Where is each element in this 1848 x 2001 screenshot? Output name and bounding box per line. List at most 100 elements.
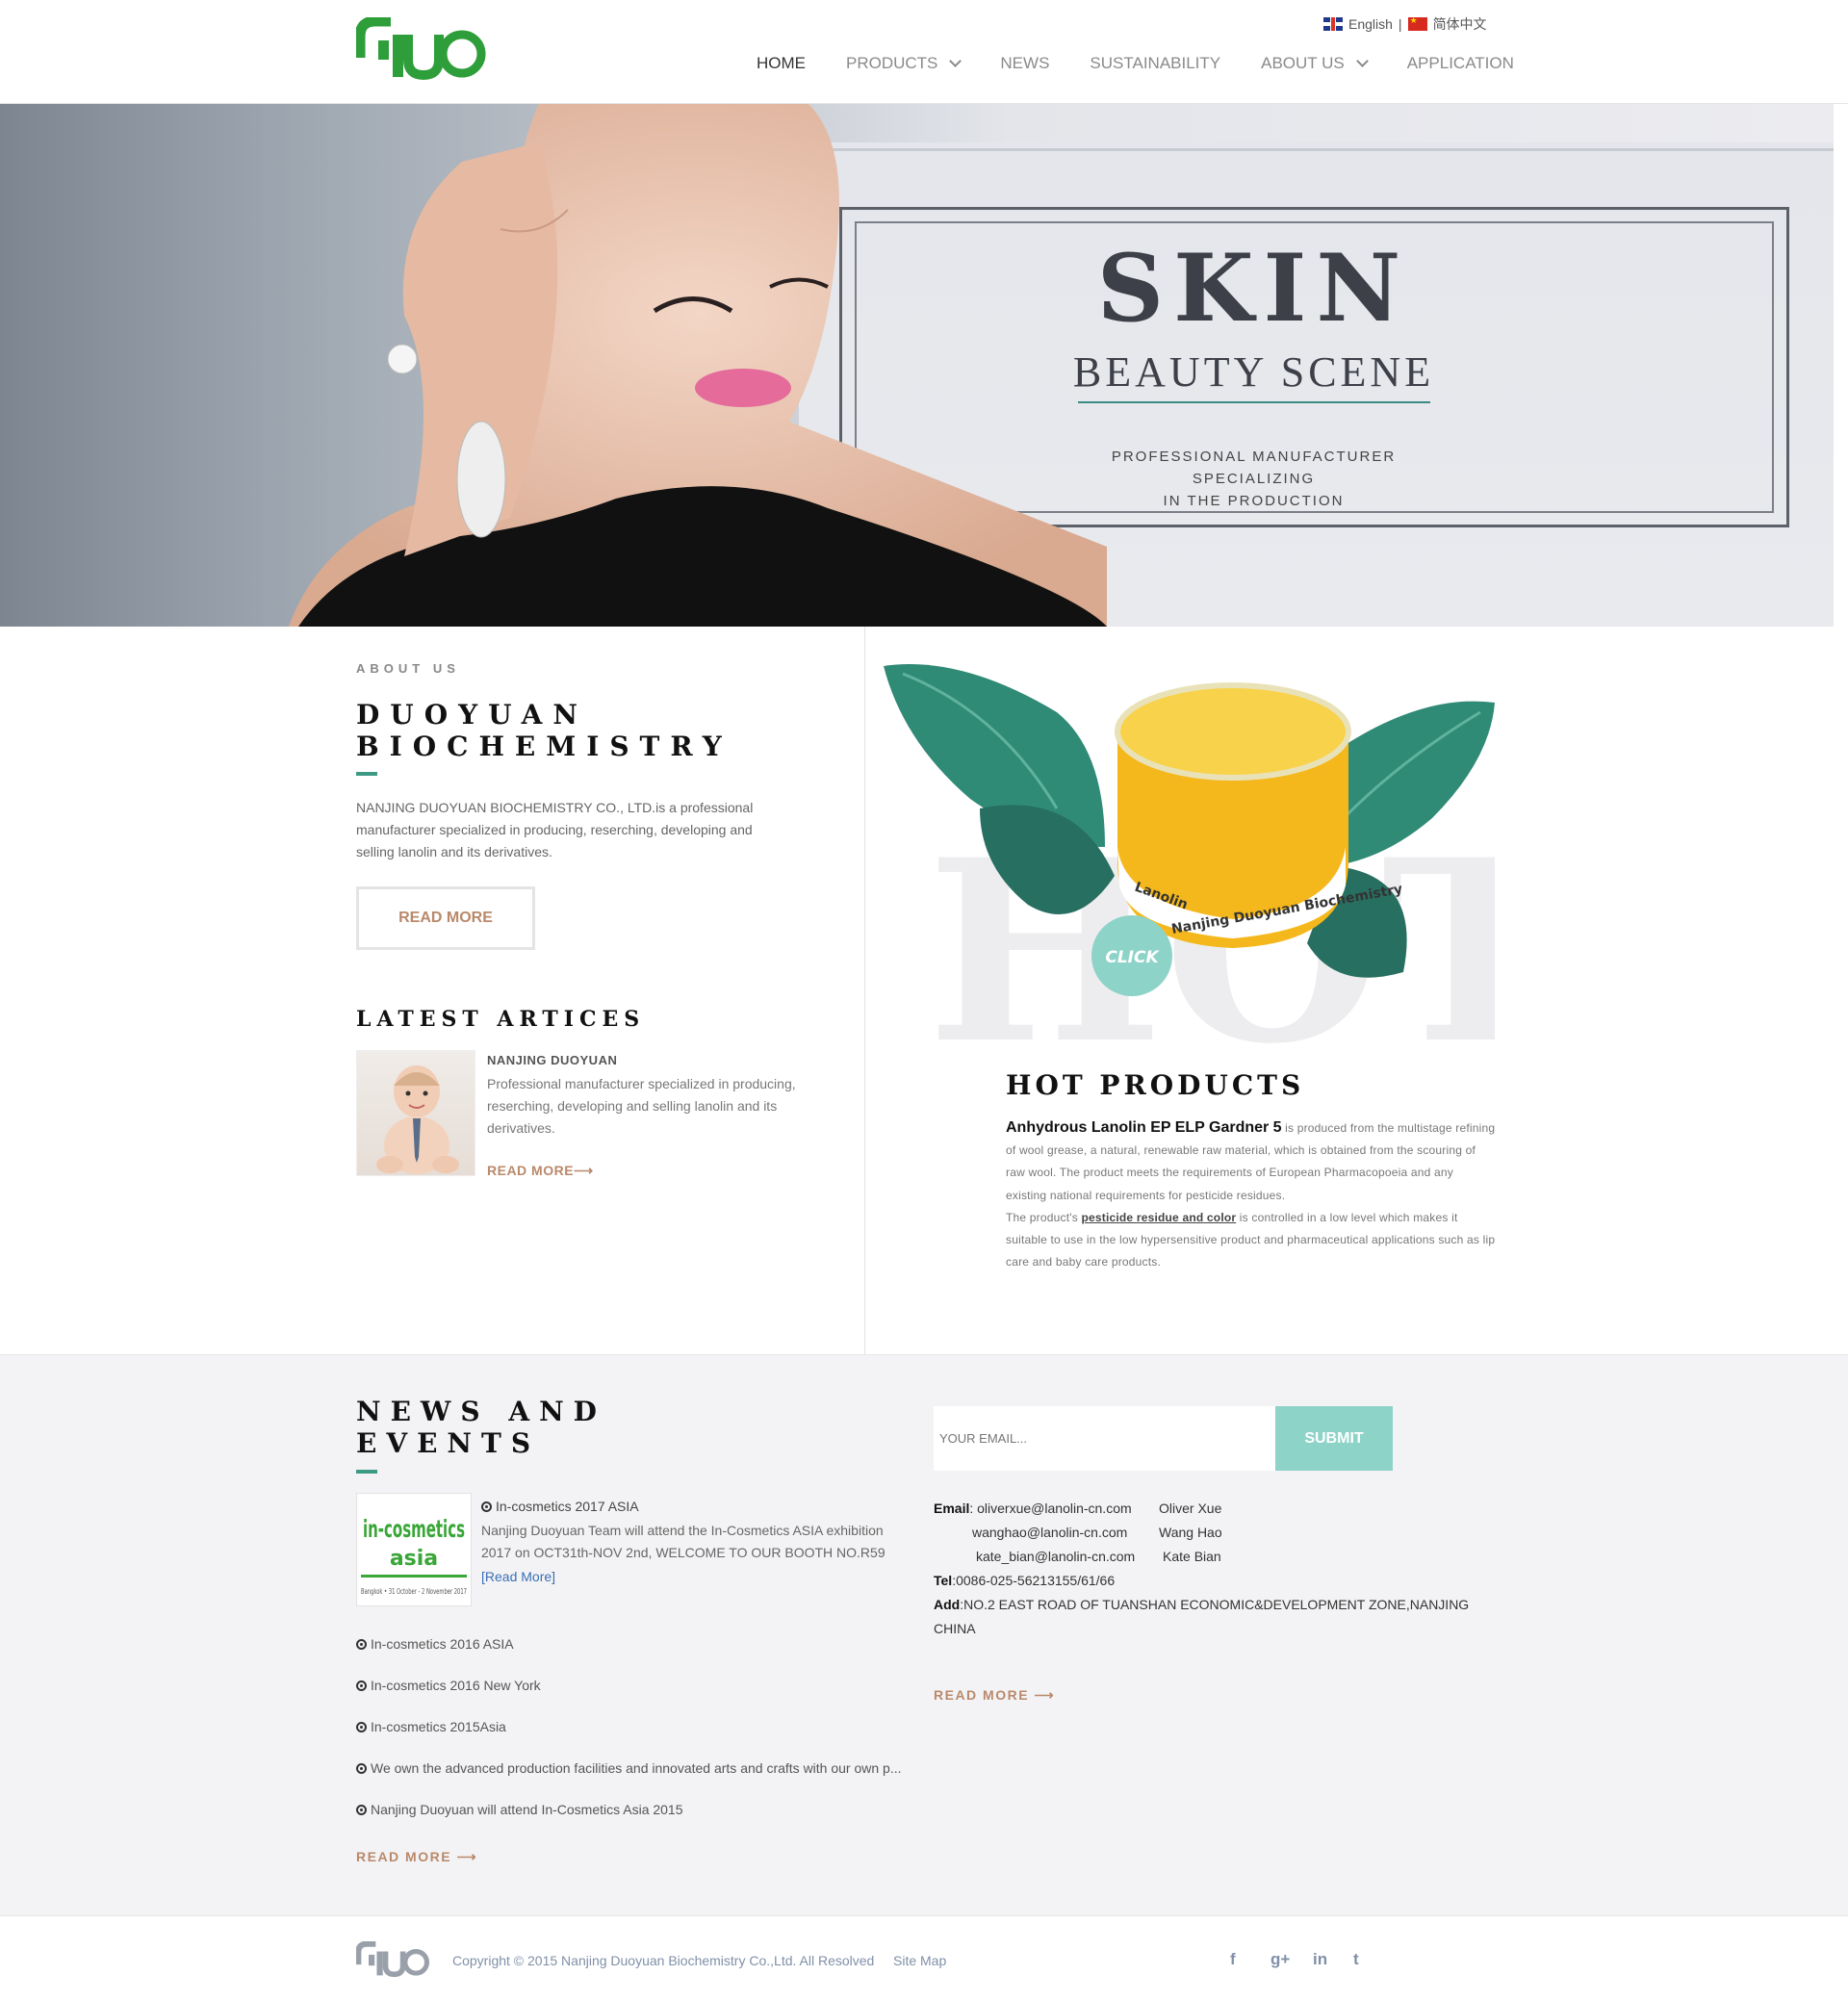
- news-item[interactable]: We own the advanced production facilitie…: [356, 1760, 902, 1776]
- news-item[interactable]: In-cosmetics 2016 New York: [356, 1678, 541, 1693]
- address-label: Add: [934, 1597, 961, 1612]
- google-plus-icon[interactable]: g+: [1270, 1950, 1290, 1969]
- thumb-date: Bangkok • 31 October - 2 November 2017: [361, 1587, 467, 1596]
- hero-desc-line1: PROFESSIONAL MANUFACTURER SPECIALIZING: [1111, 449, 1397, 487]
- news-item-label: In-cosmetics 2016 ASIA: [371, 1636, 514, 1652]
- hot-product-name[interactable]: Anhydrous Lanolin EP ELP Gardner 5: [1006, 1119, 1282, 1136]
- news-item[interactable]: Nanjing Duoyuan will attend In-Cosmetics…: [356, 1802, 683, 1817]
- news-feature-title[interactable]: In-cosmetics 2017 ASIA: [481, 1499, 639, 1514]
- nav-home[interactable]: HOME: [736, 54, 826, 73]
- twitter-icon[interactable]: t: [1353, 1950, 1359, 1969]
- news-read-more-link[interactable]: READ MORE ⟶: [356, 1849, 477, 1865]
- nav-sustainability-label: SUSTAINABILITY: [1090, 54, 1221, 72]
- about-title-line1: DUOYUAN: [356, 699, 588, 731]
- news-feature-read-more[interactable]: [Read More]: [481, 1569, 555, 1584]
- hot-products-title: HOT PRODUCTS: [1006, 1069, 1305, 1101]
- news-item-label: In-cosmetics 2016 New York: [371, 1678, 541, 1693]
- baby-image: [376, 1065, 459, 1174]
- circle-dot-icon: [356, 1763, 367, 1774]
- news-item-label: We own the advanced production facilitie…: [371, 1760, 902, 1776]
- circle-dot-icon: [356, 1805, 367, 1815]
- linkedin-icon[interactable]: in: [1313, 1950, 1327, 1969]
- news-accent-bar: [356, 1470, 377, 1474]
- contact-email-link[interactable]: oliverxue@lanolin-cn.com: [977, 1501, 1132, 1516]
- nav-home-label: HOME: [757, 54, 806, 72]
- chevron-down-icon: [1355, 55, 1369, 67]
- thumb-sub: asia: [390, 1547, 438, 1571]
- contact-email-row: Email: oliverxue@lanolin-cn.com: [934, 1501, 1132, 1516]
- hero-title: SKIN: [1096, 234, 1411, 343]
- nav-products-label: PRODUCTS: [846, 54, 938, 72]
- section-divider: [864, 627, 865, 1354]
- email-input[interactable]: [934, 1406, 1275, 1471]
- click-badge-label[interactable]: CLICK: [1105, 948, 1160, 967]
- contact-email-link[interactable]: wanghao@lanolin-cn.com: [972, 1525, 1127, 1540]
- hero-model-image: [289, 104, 1107, 627]
- hero-banner[interactable]: SKIN BEAUTY SCENE PROFESSIONAL MANUFACTU…: [0, 104, 1834, 627]
- article-title[interactable]: NANJING DUOYUAN: [487, 1053, 617, 1067]
- pesticide-residue-link[interactable]: pesticide residue and color: [1081, 1211, 1236, 1224]
- news-item-label: In-cosmetics 2015Asia: [371, 1719, 506, 1734]
- news-item[interactable]: In-cosmetics 2016 ASIA: [356, 1636, 514, 1652]
- news-item[interactable]: In-cosmetics 2015Asia: [356, 1719, 506, 1734]
- hot-product-description: Anhydrous Lanolin EP ELP Gardner 5 is pr…: [1006, 1116, 1497, 1273]
- nav-news-label: NEWS: [1000, 54, 1050, 72]
- contact-tel: Tel:0086-025-56213155/61/66: [934, 1573, 1115, 1588]
- contact-name: Kate Bian: [1163, 1549, 1221, 1564]
- footer-logo[interactable]: [356, 1941, 431, 1978]
- email-label: Email: [934, 1501, 970, 1516]
- hero-subtitle: BEAUTY SCENE: [1072, 348, 1435, 396]
- language-switcher: English | 简体中文: [1323, 14, 1487, 34]
- hot-desc-part2-pre: The product's: [1006, 1210, 1082, 1224]
- submit-button[interactable]: SUBMIT: [1275, 1406, 1393, 1471]
- contact-address-line2: CHINA: [934, 1621, 976, 1636]
- circle-dot-icon: [356, 1639, 367, 1650]
- uk-flag-icon[interactable]: [1323, 17, 1343, 31]
- lang-separator: |: [1398, 16, 1402, 32]
- duoyuan-logo[interactable]: [356, 17, 489, 81]
- about-accent-bar: [356, 772, 377, 776]
- tel-value: :0086-025-56213155/61/66: [952, 1573, 1116, 1588]
- nav-about-label: ABOUT US: [1261, 54, 1345, 72]
- hot-product-image[interactable]: HOT Lanolin Nanjing Duoyuan Biochemistry…: [884, 654, 1495, 1054]
- nav-application-label: APPLICATION: [1406, 54, 1514, 72]
- china-flag-icon[interactable]: [1407, 15, 1427, 31]
- news-item-label: Nanjing Duoyuan will attend In-Cosmetics…: [371, 1802, 683, 1817]
- about-title-line2: BIOCHEMISTRY: [356, 731, 732, 762]
- chevron-down-icon: [949, 55, 962, 67]
- news-title-line2: EVENTS: [356, 1427, 541, 1459]
- nav-application[interactable]: APPLICATION: [1387, 54, 1534, 73]
- article-excerpt: Professional manufacturer specialized in…: [487, 1076, 796, 1136]
- about-eyebrow: ABOUT US: [356, 661, 460, 676]
- about-read-more-button[interactable]: READ MORE: [356, 886, 535, 950]
- facebook-icon[interactable]: f: [1230, 1950, 1236, 1969]
- circle-dot-icon: [481, 1501, 492, 1512]
- nav-sustainability[interactable]: SUSTAINABILITY: [1069, 54, 1241, 73]
- about-text: NANJING DUOYUAN BIOCHEMISTRY CO., LTD.is…: [356, 800, 754, 859]
- thumb-title: in-cosmetics: [363, 1515, 465, 1543]
- site-header: English | 简体中文 HOME PRODUCTS NEWS SUSTAI…: [0, 0, 1848, 104]
- contact-read-more-link[interactable]: READ MORE ⟶: [934, 1687, 1055, 1704]
- in-cosmetics-asia-logo: in-cosmetics asia Bangkok • 31 October -…: [361, 1515, 467, 1596]
- contact-email-link[interactable]: kate_bian@lanolin-cn.com: [976, 1549, 1135, 1564]
- nav-products[interactable]: PRODUCTS: [826, 54, 980, 73]
- lang-chinese[interactable]: 简体中文: [1433, 14, 1487, 34]
- contact-name: Wang Hao: [1159, 1525, 1222, 1540]
- hero-desc-line2: IN THE PRODUCTION: [1163, 493, 1345, 509]
- sitemap-link[interactable]: Site Map: [893, 1953, 946, 1968]
- main-nav: HOME PRODUCTS NEWS SUSTAINABILITY ABOUT …: [736, 54, 1534, 73]
- article-read-more-link[interactable]: READ MORE⟶: [487, 1163, 594, 1179]
- circle-dot-icon: [356, 1680, 367, 1691]
- latest-articles-title: LATEST ARTICES: [356, 1007, 646, 1032]
- nav-news[interactable]: NEWS: [980, 54, 1069, 73]
- hero-underline: [1078, 401, 1430, 403]
- lang-english[interactable]: English: [1348, 16, 1393, 32]
- article-thumbnail[interactable]: [356, 1050, 475, 1176]
- news-events-section: [0, 1354, 1848, 1915]
- news-title: NEWS AND EVENTS: [356, 1396, 645, 1459]
- contact-name: Oliver Xue: [1159, 1501, 1222, 1516]
- about-title: DUOYUAN BIOCHEMISTRY: [356, 699, 818, 762]
- nav-about-us[interactable]: ABOUT US: [1241, 54, 1387, 73]
- news-feature-thumbnail[interactable]: in-cosmetics asia Bangkok • 31 October -…: [356, 1493, 472, 1606]
- contact-address: Add:NO.2 EAST ROAD OF TUANSHAN ECONOMIC&…: [934, 1597, 1469, 1612]
